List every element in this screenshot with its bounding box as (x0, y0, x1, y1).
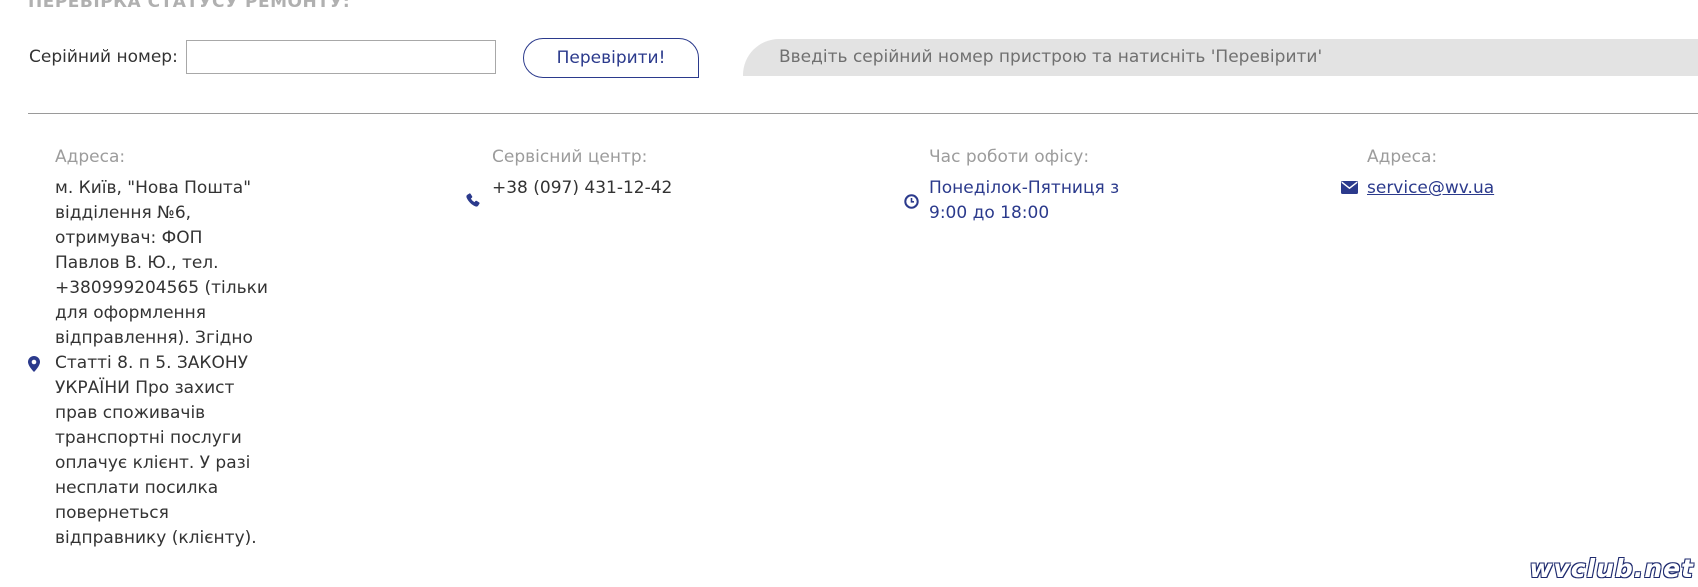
envelope-icon (1341, 181, 1358, 194)
map-marker-icon (28, 356, 40, 372)
check-button[interactable]: Перевірити! (523, 38, 699, 78)
serial-number-label: Серійний номер: (29, 47, 178, 67)
section-title: ПЕРЕВІРКА СТАТУСУ РЕМОНТУ: (28, 0, 351, 12)
footer-email-column: Адреса: service@wv.ua (1367, 147, 1667, 201)
footer-office-hours-column: Час роботи офісу: Понеділок-Пятниця з 9:… (929, 147, 1124, 226)
address-text: м. Київ, "Нова Пошта" відділення №6, отр… (55, 178, 268, 548)
watermark: wvclub.net (1529, 554, 1694, 583)
office-hours-text: Понеділок-Пятниця з 9:00 до 18:00 (929, 178, 1120, 223)
email-heading: Адреса: (1367, 147, 1438, 167)
service-center-heading: Сервісний центр: (492, 147, 648, 167)
footer-service-center-column: Сервісний центр: +38 (097) 431-12-42 (492, 147, 822, 201)
email-link[interactable]: service@wv.ua (1367, 178, 1494, 198)
clock-icon (904, 194, 919, 209)
phone-icon (466, 193, 480, 207)
status-message: Введіть серійний номер пристрою та натис… (779, 47, 1323, 67)
office-hours-heading: Час роботи офісу: (929, 147, 1090, 167)
service-center-phone: +38 (097) 431-12-42 (492, 178, 673, 198)
divider (28, 113, 1698, 114)
footer-address-column: Адреса: м. Київ, "Нова Пошта" відділення… (55, 147, 270, 551)
address-heading: Адреса: (55, 147, 126, 167)
page: ПЕРЕВІРКА СТАТУСУ РЕМОНТУ: Серійний номе… (0, 0, 1698, 587)
status-message-bar: Введіть серійний номер пристрою та натис… (743, 39, 1698, 76)
serial-number-input[interactable] (186, 40, 496, 74)
